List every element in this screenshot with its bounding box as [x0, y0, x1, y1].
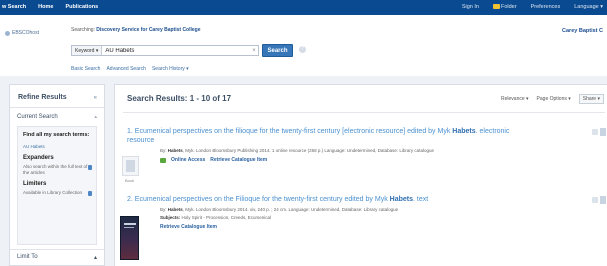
- book-cover-thumbnail[interactable]: [120, 216, 139, 260]
- help-icon[interactable]: ?: [299, 46, 306, 53]
- remove-limiter-icon[interactable]: [87, 191, 92, 196]
- meta-by-label: By:: [160, 207, 167, 212]
- online-access-link[interactable]: Online Access: [171, 157, 205, 163]
- retrieve-item-link[interactable]: Retrieve Catalogue Item: [160, 224, 217, 230]
- meta-author[interactable]: Habets: [168, 207, 183, 212]
- refine-results-header: Refine Results «: [10, 85, 104, 108]
- results-toolbar: Relevance ▾ Page Options ▾ Share ▾: [501, 94, 604, 104]
- meta-by-label: By:: [160, 148, 167, 153]
- refine-title: Refine Results: [18, 94, 67, 101]
- content-area: Refine Results « Current Search ▴ Find a…: [0, 76, 607, 266]
- limiter-option: Available in Library Collection: [23, 190, 92, 196]
- collapse-icon[interactable]: «: [94, 95, 97, 101]
- result-item-2: 2. Ecumenical perspectives on the Filioq…: [127, 195, 597, 230]
- search-input[interactable]: [102, 46, 250, 55]
- results-heading: Search Results: 1 - 10 of 17: [127, 94, 232, 103]
- add-to-folder-icon[interactable]: [600, 196, 606, 204]
- add-to-folder-icon[interactable]: [600, 128, 606, 136]
- refine-sidebar: Refine Results « Current Search ▴ Find a…: [9, 84, 105, 266]
- preferences-link[interactable]: Preferences: [531, 4, 561, 10]
- folder-label: Folder: [500, 4, 517, 10]
- search-header: EBSCOhost Searching: Discovery Service f…: [0, 15, 607, 76]
- result-links: Online Access Retrieve Catalogue Item: [160, 157, 597, 163]
- result-number: 1.: [127, 128, 133, 135]
- result-links: Retrieve Catalogue Item: [160, 224, 597, 230]
- result-number: 2.: [127, 196, 133, 203]
- sign-in-link[interactable]: Sign In: [462, 4, 479, 10]
- nav-publications[interactable]: Publications: [65, 4, 98, 10]
- basic-search-link[interactable]: Basic Search: [71, 66, 100, 72]
- book-thumbnail[interactable]: [122, 156, 139, 176]
- expander-option-label: Also search within the full text of the …: [23, 164, 88, 175]
- result-title[interactable]: 1. Ecumenical perspectives on the filioq…: [127, 127, 537, 145]
- institution-name: Carey Baptist C: [562, 28, 603, 34]
- result-meta: By: Habets, Myk. London Bloomsbury 2014.…: [160, 207, 597, 212]
- current-search-header[interactable]: Current Search ▴: [10, 108, 104, 126]
- searching-label: Searching: Discovery Service for Carey B…: [71, 27, 201, 33]
- result-title[interactable]: 2. Ecumenical perspectives on the Filioq…: [127, 195, 537, 204]
- retrieve-item-link[interactable]: Retrieve Catalogue Item: [210, 157, 267, 163]
- online-access-icon: [160, 157, 166, 163]
- meta-author[interactable]: Habets: [168, 148, 183, 153]
- result-meta: By: Habets, Myk. London Bloomsbury Publi…: [160, 148, 597, 153]
- chevron-up-icon: ▴: [93, 255, 97, 261]
- preview-icon[interactable]: [592, 197, 598, 203]
- subjects-list[interactable]: Holy Spirit - Procession, Creeds, Ecumen…: [182, 215, 272, 220]
- result-title-highlight[interactable]: Habets: [452, 128, 475, 135]
- search-button[interactable]: Search: [262, 44, 293, 57]
- relevance-sort[interactable]: Relevance ▾: [501, 96, 529, 102]
- meta-details: , Myk. London Bloomsbury Publishing 2014…: [182, 148, 434, 153]
- search-history-link[interactable]: Search History ▾: [152, 66, 189, 72]
- limiters-heading: Limiters: [23, 181, 47, 187]
- result-title-highlight[interactable]: Habets: [390, 196, 413, 203]
- results-panel: Search Results: 1 - 10 of 17 Relevance ▾…: [114, 84, 607, 266]
- meta-details: , Myk. London Bloomsbury 2014. xiv, 240 …: [182, 207, 399, 212]
- result-item-1: 1. Ecumenical perspectives on the filioq…: [127, 127, 597, 163]
- thumbnail-label: Book: [125, 178, 135, 183]
- result-title-text[interactable]: Ecumenical perspectives on the filioque …: [135, 128, 451, 135]
- ebsco-logo[interactable]: EBSCOhost: [5, 30, 39, 36]
- limit-to-label: Limit To: [17, 254, 38, 260]
- nav-new-search[interactable]: w Search: [2, 4, 26, 10]
- limiter-option-label: Available in Library Collection: [23, 190, 82, 195]
- result-title-text[interactable]: Ecumenical perspectives on the Filioque …: [135, 196, 388, 203]
- result-subjects: Subjects: Holy Spirit - Procession, Cree…: [160, 215, 597, 220]
- divider: [123, 112, 605, 113]
- folder-icon: [492, 4, 500, 9]
- field-select[interactable]: Keyword ▾: [72, 46, 103, 55]
- expanders-heading: Expanders: [23, 155, 54, 161]
- subjects-label: Subjects:: [160, 215, 181, 220]
- current-search-panel: Find all my search terms: AU Habets Expa…: [17, 126, 97, 245]
- clear-icon[interactable]: ×: [250, 48, 258, 54]
- language-menu[interactable]: Language ▾: [574, 4, 603, 10]
- searching-prefix: Searching:: [71, 27, 95, 33]
- advanced-search-link[interactable]: Advanced Search: [106, 66, 145, 72]
- logo-text: EBSCOhost: [12, 30, 39, 36]
- folder-link[interactable]: Folder: [492, 4, 517, 10]
- searching-database[interactable]: Discovery Service for Carey Baptist Coll…: [96, 27, 200, 33]
- result-title-type: . text: [413, 196, 429, 203]
- search-box: Keyword ▾ ×: [71, 45, 259, 56]
- find-all-terms-label: Find all my search terms:: [23, 132, 90, 138]
- nav-home[interactable]: Home: [38, 4, 53, 10]
- current-search-label: Current Search: [17, 114, 58, 120]
- page-options-menu[interactable]: Page Options ▾: [537, 96, 571, 102]
- search-term-link[interactable]: AU Habets: [23, 144, 92, 149]
- share-button[interactable]: Share ▾: [578, 94, 604, 104]
- expander-option: Also search within the full text of the …: [23, 164, 92, 175]
- search-mode-links: Basic Search Advanced Search Search Hist…: [71, 66, 189, 72]
- limit-to-header[interactable]: Limit To ▴: [10, 249, 104, 265]
- preview-icon[interactable]: [592, 129, 598, 135]
- chevron-up-icon: ▴: [94, 114, 97, 120]
- logo-icon: [5, 30, 10, 36]
- remove-expander-icon[interactable]: [87, 165, 92, 170]
- top-navigation-bar: w Search Home Publications Sign In Folde…: [0, 0, 607, 15]
